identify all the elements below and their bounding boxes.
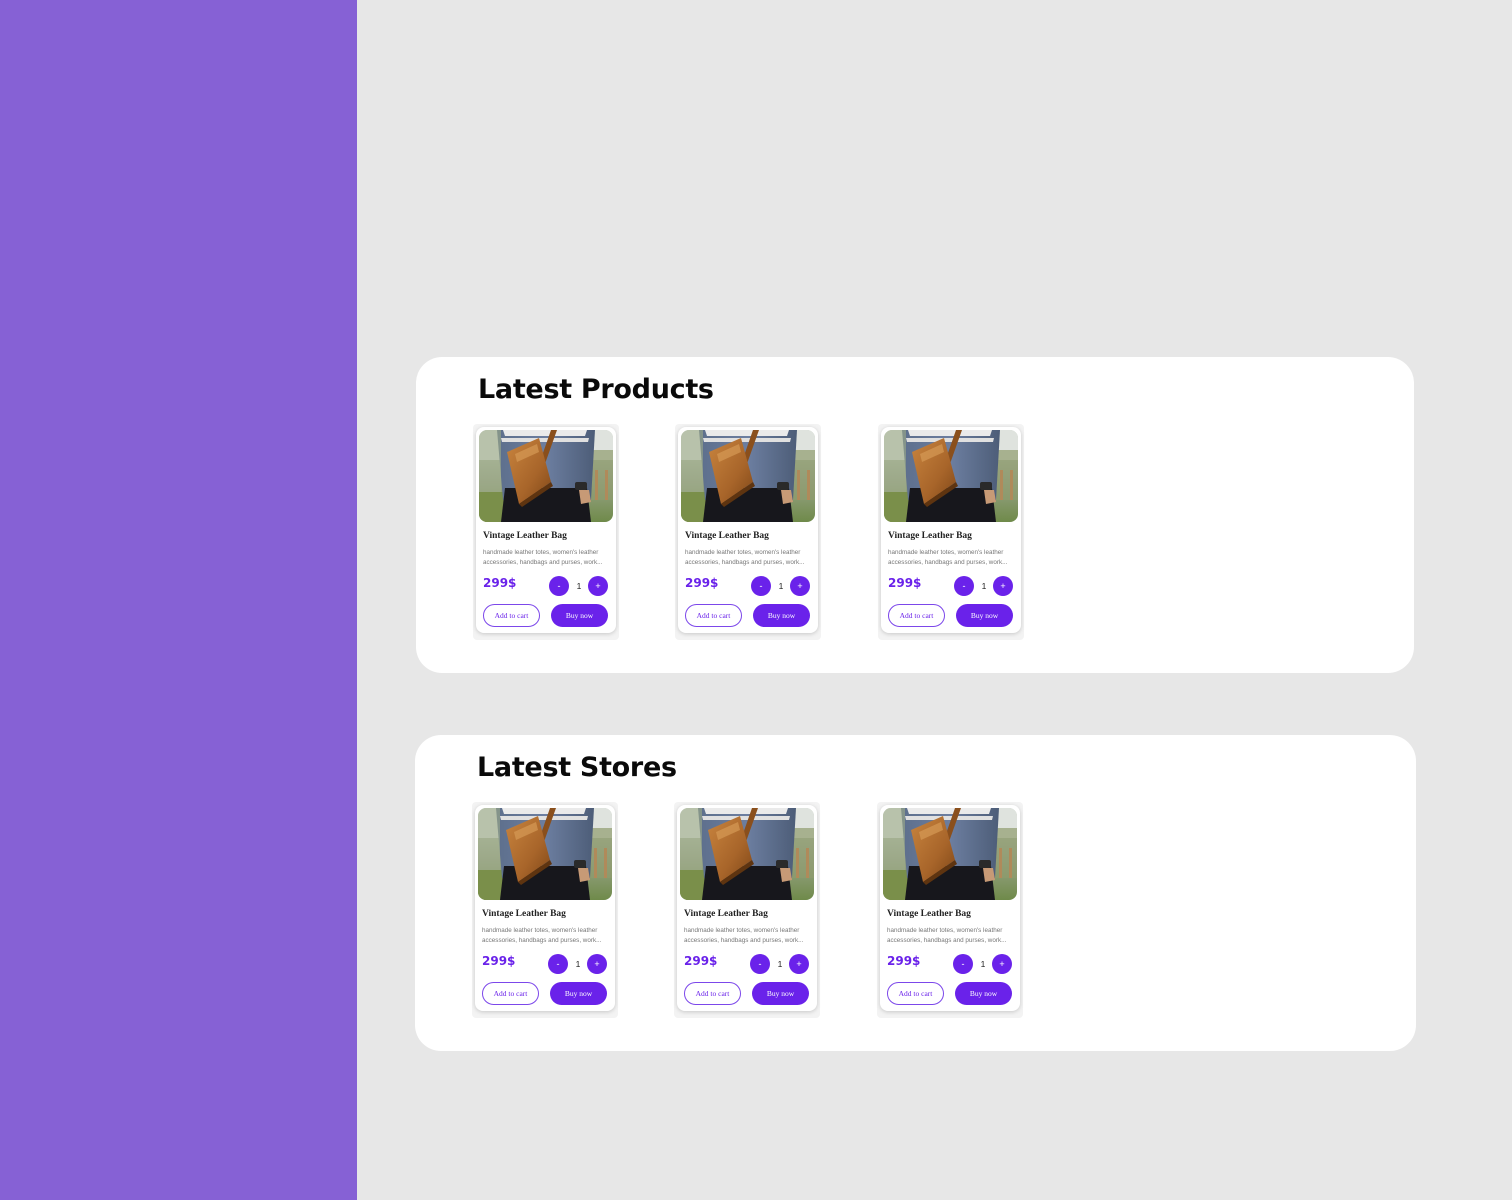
product-image[interactable] <box>884 430 1018 522</box>
increase-quantity-button[interactable]: + <box>588 576 608 596</box>
add-to-cart-button[interactable]: Add to cart <box>685 604 742 627</box>
description-line: handmade leather totes, women's leather <box>684 927 800 934</box>
description-line: handmade leather totes, women's leather <box>483 549 599 556</box>
product-name[interactable]: Vintage Leather Bag <box>887 909 971 919</box>
description-line: handmade leather totes, women's leather <box>888 549 1004 556</box>
increase-quantity-button[interactable]: + <box>993 576 1013 596</box>
latest-stores-section: Latest Stores Vintage Leather Bag handma… <box>415 735 1416 1051</box>
product-price: 299$ <box>483 576 517 590</box>
product-card[interactable]: Vintage Leather Bag handmade leather tot… <box>675 424 821 640</box>
quantity-value: 1 <box>576 581 582 591</box>
section-title: Latest Stores <box>477 752 677 783</box>
store-card[interactable]: Vintage Leather Bag handmade leather tot… <box>674 802 820 1018</box>
add-to-cart-button[interactable]: Add to cart <box>888 604 945 627</box>
increase-quantity-button[interactable]: + <box>790 576 810 596</box>
buy-now-button[interactable]: Buy now <box>956 604 1013 627</box>
increase-quantity-button[interactable]: + <box>992 954 1012 974</box>
description-line: accessories, handbags and purses, work..… <box>482 937 602 944</box>
product-name[interactable]: Vintage Leather Bag <box>685 531 769 541</box>
description-line: accessories, handbags and purses, work..… <box>483 559 603 566</box>
decrease-quantity-button[interactable]: - <box>953 954 973 974</box>
description-line: handmade leather totes, women's leather <box>685 549 801 556</box>
product-name[interactable]: Vintage Leather Bag <box>483 531 567 541</box>
product-description: handmade leather totes, women's leather … <box>887 926 1015 946</box>
product-description: handmade leather totes, women's leather … <box>685 548 813 568</box>
product-image[interactable] <box>681 430 815 522</box>
product-description: handmade leather totes, women's leather … <box>888 548 1016 568</box>
buy-now-button[interactable]: Buy now <box>955 982 1012 1005</box>
section-title: Latest Products <box>478 374 714 405</box>
buy-now-button[interactable]: Buy now <box>752 982 809 1005</box>
description-line: accessories, handbags and purses, work..… <box>685 559 805 566</box>
product-price: 299$ <box>684 954 718 968</box>
product-image[interactable] <box>883 808 1017 900</box>
store-card[interactable]: Vintage Leather Bag handmade leather tot… <box>877 802 1023 1018</box>
add-to-cart-button[interactable]: Add to cart <box>482 982 539 1005</box>
buy-now-button[interactable]: Buy now <box>753 604 810 627</box>
increase-quantity-button[interactable]: + <box>789 954 809 974</box>
product-description: handmade leather totes, women's leather … <box>482 926 610 946</box>
latest-products-section: Latest Products Vintage Leather Bag hand… <box>416 357 1414 673</box>
description-line: handmade leather totes, women's leather <box>887 927 1003 934</box>
product-name[interactable]: Vintage Leather Bag <box>888 531 972 541</box>
description-line: accessories, handbags and purses, work..… <box>888 559 1008 566</box>
buy-now-button[interactable]: Buy now <box>551 604 608 627</box>
add-to-cart-button[interactable]: Add to cart <box>483 604 540 627</box>
description-line: accessories, handbags and purses, work..… <box>887 937 1007 944</box>
quantity-value: 1 <box>777 959 783 969</box>
store-card[interactable]: Vintage Leather Bag handmade leather tot… <box>472 802 618 1018</box>
product-image[interactable] <box>479 430 613 522</box>
product-price: 299$ <box>685 576 719 590</box>
add-to-cart-button[interactable]: Add to cart <box>684 982 741 1005</box>
product-price: 299$ <box>888 576 922 590</box>
decrease-quantity-button[interactable]: - <box>548 954 568 974</box>
product-card[interactable]: Vintage Leather Bag handmade leather tot… <box>878 424 1024 640</box>
decrease-quantity-button[interactable]: - <box>954 576 974 596</box>
product-description: handmade leather totes, women's leather … <box>684 926 812 946</box>
product-name[interactable]: Vintage Leather Bag <box>684 909 768 919</box>
quantity-value: 1 <box>980 959 986 969</box>
decrease-quantity-button[interactable]: - <box>549 576 569 596</box>
quantity-value: 1 <box>575 959 581 969</box>
quantity-value: 1 <box>778 581 784 591</box>
description-line: accessories, handbags and purses, work..… <box>684 937 804 944</box>
sidebar <box>0 0 357 1200</box>
product-name[interactable]: Vintage Leather Bag <box>482 909 566 919</box>
increase-quantity-button[interactable]: + <box>587 954 607 974</box>
decrease-quantity-button[interactable]: - <box>750 954 770 974</box>
product-image[interactable] <box>680 808 814 900</box>
description-line: handmade leather totes, women's leather <box>482 927 598 934</box>
product-description: handmade leather totes, women's leather … <box>483 548 611 568</box>
product-price: 299$ <box>482 954 516 968</box>
product-card[interactable]: Vintage Leather Bag handmade leather tot… <box>473 424 619 640</box>
quantity-value: 1 <box>981 581 987 591</box>
product-image[interactable] <box>478 808 612 900</box>
product-price: 299$ <box>887 954 921 968</box>
decrease-quantity-button[interactable]: - <box>751 576 771 596</box>
add-to-cart-button[interactable]: Add to cart <box>887 982 944 1005</box>
buy-now-button[interactable]: Buy now <box>550 982 607 1005</box>
